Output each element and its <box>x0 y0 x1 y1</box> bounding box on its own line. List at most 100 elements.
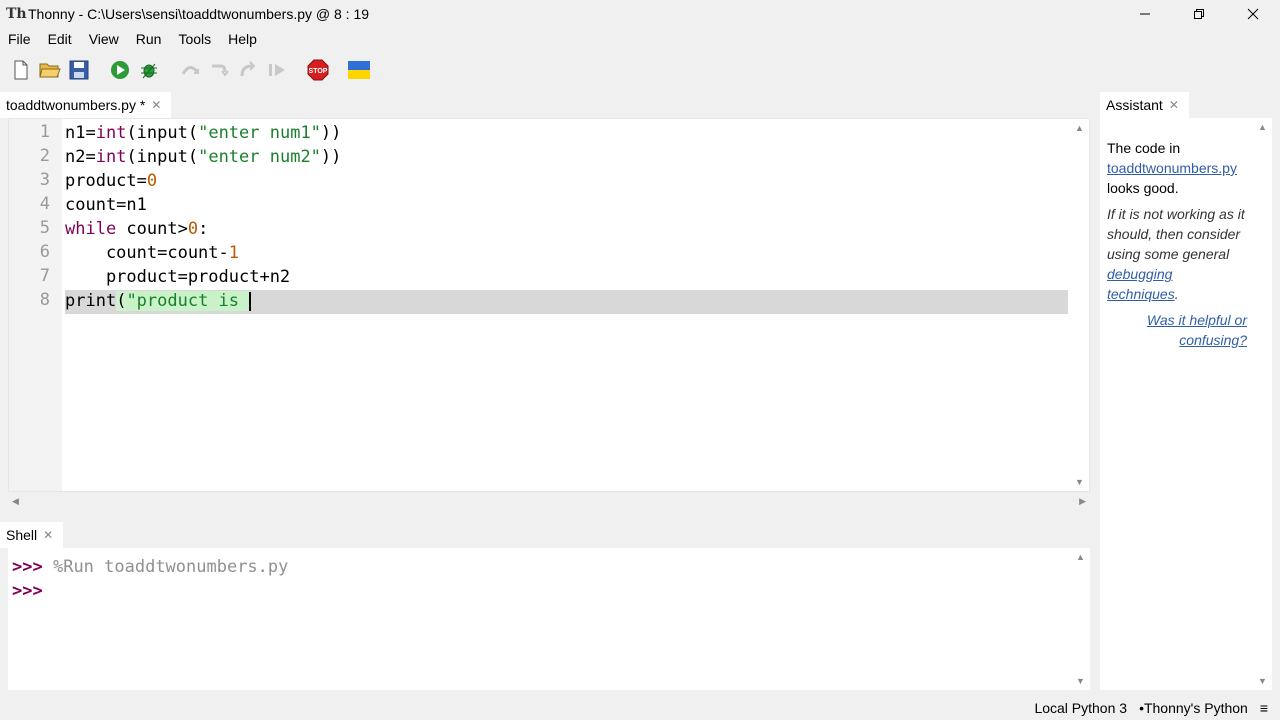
scroll-left-icon[interactable]: ◀ <box>12 496 19 507</box>
line-number: 7 <box>39 266 50 286</box>
close-icon <box>1247 8 1259 20</box>
step-over-icon <box>181 66 199 75</box>
code-line-8: print("product is <box>65 291 252 311</box>
step-out-button[interactable] <box>237 59 259 81</box>
shell-line-input[interactable]: >>> <box>12 579 43 603</box>
close-window-button[interactable] <box>1226 0 1280 28</box>
shell-panel[interactable]: >>> %Run toaddtwonumbers.py >>> ▲ ▼ <box>8 548 1090 690</box>
title-bar: Th Thonny - C:\Users\sensi\toaddtwonumbe… <box>0 0 1280 28</box>
line-number-gutter: 1 2 3 4 5 6 7 8 <box>9 119 62 491</box>
close-tab-icon[interactable]: ✕ <box>151 98 161 112</box>
stop-icon: STOP <box>307 59 329 81</box>
code-line-2: n2=int(input("enter num2")) <box>65 147 342 167</box>
status-bar: Local Python 3 • Thonny's Python ≡ <box>0 696 1280 720</box>
shell-command: %Run toaddtwonumbers.py <box>52 557 289 577</box>
shell-tab-bar: Shell ✕ <box>0 522 1096 548</box>
save-button[interactable] <box>68 59 90 81</box>
window-title: Thonny - C:\Users\sensi\toaddtwonumbers.… <box>28 6 370 22</box>
menu-file[interactable]: File <box>8 31 31 47</box>
step-out-icon <box>240 61 256 77</box>
file-link[interactable]: toaddtwonumbers.py <box>1107 160 1237 176</box>
tab-shell[interactable]: Shell ✕ <box>0 522 64 548</box>
scroll-up-icon[interactable]: ▲ <box>1075 123 1084 133</box>
tab-toaddtwonumbers[interactable]: toaddtwonumbers.py * ✕ <box>0 92 172 118</box>
code-line-7: product=product+n2 <box>65 267 291 287</box>
scroll-down-icon[interactable]: ▼ <box>1075 477 1084 487</box>
editor-tab-bar: toaddtwonumbers.py * ✕ <box>0 92 1096 118</box>
editor-vertical-scrollbar[interactable]: ▲ ▼ <box>1071 119 1089 491</box>
run-button[interactable] <box>109 59 131 81</box>
new-file-button[interactable] <box>10 59 32 81</box>
resume-button[interactable] <box>266 59 288 81</box>
code-line-6: count=count-1 <box>65 243 240 263</box>
close-tab-icon[interactable]: ✕ <box>43 528 53 542</box>
code-line-1: n1=int(input("enter num1")) <box>65 123 342 143</box>
line-number: 5 <box>39 218 50 238</box>
open-file-icon <box>39 63 61 78</box>
menu-help[interactable]: Help <box>228 31 257 47</box>
minimize-icon <box>1140 13 1150 15</box>
assistant-message: The code in toaddtwonumbers.py looks goo… <box>1107 138 1247 350</box>
assistant-panel: The code in toaddtwonumbers.py looks goo… <box>1100 118 1272 690</box>
minimize-button[interactable] <box>1118 0 1172 28</box>
scroll-up-icon[interactable]: ▲ <box>1258 122 1267 132</box>
debugging-techniques-link[interactable]: debugging techniques <box>1107 266 1175 302</box>
shell-prompt: >>> <box>12 557 43 577</box>
toolbar: STOP <box>0 52 1280 88</box>
scroll-down-icon[interactable]: ▼ <box>1076 676 1085 686</box>
stop-button[interactable]: STOP <box>307 59 329 81</box>
open-file-button[interactable] <box>39 59 61 81</box>
menu-view[interactable]: View <box>89 31 119 47</box>
tab-label: Shell <box>6 527 38 543</box>
new-file-icon <box>14 60 28 80</box>
menu-edit[interactable]: Edit <box>48 31 72 47</box>
line-number: 1 <box>39 122 50 142</box>
menu-lines-icon[interactable]: ≡ <box>1260 700 1268 716</box>
menu-bar: File Edit View Run Tools Help <box>0 28 1280 50</box>
code-line-4: count=n1 <box>65 195 147 215</box>
tab-label: Assistant <box>1106 97 1163 113</box>
text-cursor <box>249 291 252 311</box>
step-over-button[interactable] <box>179 59 201 81</box>
line-number: 4 <box>39 194 50 214</box>
interpreter-status[interactable]: Local Python 3 <box>1034 700 1127 716</box>
line-number: 8 <box>39 290 50 310</box>
step-into-icon <box>212 64 229 77</box>
code-editor[interactable]: 1 2 3 4 5 6 7 8 n1=int(input("enter num1… <box>8 118 1090 492</box>
thonny-logo-icon: Th <box>6 6 27 22</box>
line-number: 6 <box>39 242 50 262</box>
resume-icon <box>269 64 285 76</box>
save-icon <box>69 60 89 80</box>
scroll-up-icon[interactable]: ▲ <box>1076 552 1085 562</box>
close-tab-icon[interactable]: ✕ <box>1169 98 1179 112</box>
run-icon <box>111 61 129 79</box>
backend-status[interactable]: Thonny's Python <box>1144 700 1248 716</box>
maximize-button[interactable] <box>1172 0 1226 28</box>
scroll-down-icon[interactable]: ▼ <box>1258 676 1267 686</box>
assistant-vertical-scrollbar[interactable]: ▲ ▼ <box>1254 118 1272 690</box>
code-area[interactable]: n1=int(input("enter num1")) n2=int(input… <box>65 119 1067 491</box>
menu-tools[interactable]: Tools <box>178 31 211 47</box>
assistant-advice: If it is not working as it should, then … <box>1107 206 1245 302</box>
restore-icon <box>1194 9 1204 19</box>
ukraine-flag-button[interactable] <box>348 59 370 81</box>
editor-horizontal-scrollbar[interactable]: ◀ ▶ <box>8 494 1090 510</box>
debug-icon <box>141 63 157 79</box>
tab-assistant[interactable]: Assistant ✕ <box>1100 92 1189 118</box>
line-number: 2 <box>39 146 50 166</box>
shell-prompt: >>> <box>12 581 43 601</box>
svg-text:STOP: STOP <box>309 68 328 75</box>
shell-vertical-scrollbar[interactable]: ▲ ▼ <box>1072 548 1090 690</box>
assistant-tab-bar: Assistant ✕ <box>1100 92 1280 118</box>
tab-label: toaddtwonumbers.py * <box>6 97 146 113</box>
line-number: 3 <box>39 170 50 190</box>
code-line-3: product=0 <box>65 171 158 191</box>
step-into-button[interactable] <box>208 59 230 81</box>
scroll-right-icon[interactable]: ▶ <box>1079 496 1086 507</box>
menu-run[interactable]: Run <box>136 31 162 47</box>
ukraine-flag-icon <box>348 61 370 79</box>
debug-button[interactable] <box>138 59 160 81</box>
feedback-link[interactable]: Was it helpful or confusing? <box>1107 310 1247 350</box>
shell-line-run: >>> %Run toaddtwonumbers.py <box>12 555 288 579</box>
window-controls <box>1118 0 1280 28</box>
